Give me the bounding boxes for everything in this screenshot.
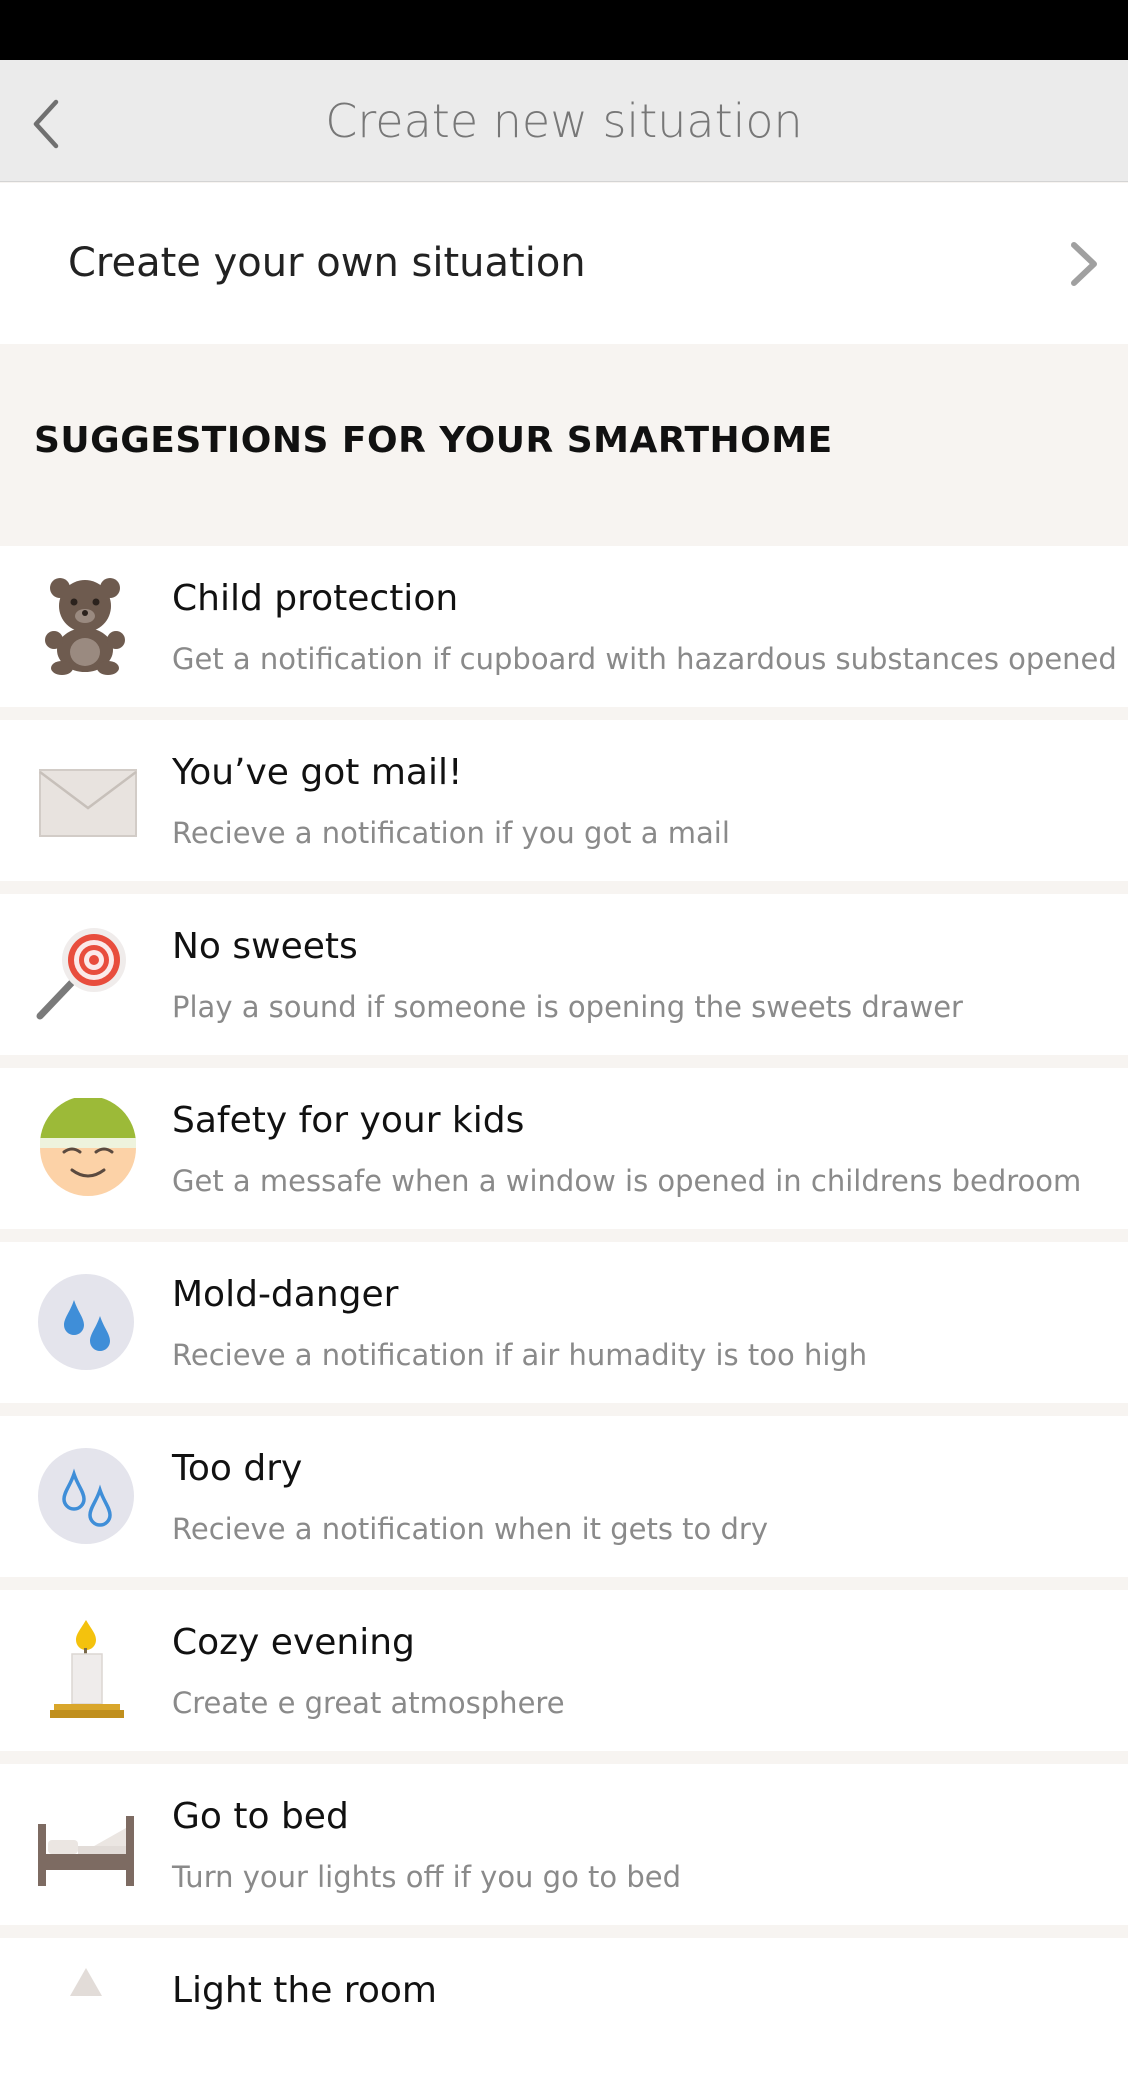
suggestion-title: Too dry xyxy=(172,1448,303,1489)
suggestion-description: Create e great atmosphere xyxy=(172,1686,565,1720)
suggestion-title: Light the room xyxy=(172,1970,437,2011)
suggestion-item-mold-danger[interactable]: Mold-danger Recieve a notification if ai… xyxy=(0,1242,1128,1403)
suggestion-item-go-to-bed[interactable]: Go to bed Turn your lights off if you go… xyxy=(0,1764,1128,1925)
suggestion-title: Go to bed xyxy=(172,1796,349,1837)
suggestion-item-cozy-evening[interactable]: Cozy evening Create e great atmosphere xyxy=(0,1590,1128,1751)
water-drops-icon xyxy=(38,1274,134,1370)
section-title: SUGGESTIONS FOR YOUR SMARTHOME xyxy=(34,420,833,461)
candle-icon xyxy=(50,1620,124,1718)
suggestion-title: You’ve got mail! xyxy=(172,752,463,793)
kid-face-icon xyxy=(40,1098,136,1196)
app-header: Create new situation xyxy=(0,60,1128,182)
suggestion-item-light-the-room[interactable]: Light the room xyxy=(0,1938,1128,2099)
suggestion-description: Recieve a notification if you got a mail xyxy=(172,816,730,850)
suggestion-item-mail[interactable]: You’ve got mail! Recieve a notification … xyxy=(0,720,1128,881)
create-own-situation-row[interactable]: Create your own situation xyxy=(0,183,1128,344)
suggestion-description: Turn your lights off if you go to bed xyxy=(172,1860,682,1894)
suggestion-item-too-dry[interactable]: Too dry Recieve a notification when it g… xyxy=(0,1416,1128,1577)
suggestion-description: Play a sound if someone is opening the s… xyxy=(172,990,963,1024)
envelope-icon xyxy=(39,769,137,837)
suggestion-title: Safety for your kids xyxy=(172,1100,525,1141)
suggestion-title: Mold-danger xyxy=(172,1274,399,1315)
suggestion-description: Get a notification if cupboard with haza… xyxy=(172,642,1117,676)
suggestion-description: Recieve a notification if air humadity i… xyxy=(172,1338,868,1372)
chevron-right-icon xyxy=(1071,242,1097,286)
bed-icon xyxy=(38,1816,134,1886)
suggestion-description: Get a messafe when a window is opened in… xyxy=(172,1164,1082,1198)
empty-drops-icon xyxy=(38,1448,134,1544)
teddy-bear-icon xyxy=(45,578,125,675)
suggestion-title: Child protection xyxy=(172,578,459,619)
suggestion-title: No sweets xyxy=(172,926,358,967)
lollipop-icon xyxy=(36,928,126,1020)
suggestion-item-child-protection[interactable]: Child protection Get a notification if c… xyxy=(0,546,1128,707)
page-title: Create new situation xyxy=(325,94,803,148)
lamp-icon xyxy=(70,1968,102,1996)
create-own-situation-label: Create your own situation xyxy=(68,240,586,286)
suggestion-description: Recieve a notification when it gets to d… xyxy=(172,1512,769,1546)
status-bar xyxy=(0,0,1128,60)
suggestion-title: Cozy evening xyxy=(172,1622,415,1663)
suggestion-item-kids-safety[interactable]: Safety for your kids Get a messafe when … xyxy=(0,1068,1128,1229)
suggestion-item-no-sweets[interactable]: No sweets Play a sound if someone is ope… xyxy=(0,894,1128,1055)
